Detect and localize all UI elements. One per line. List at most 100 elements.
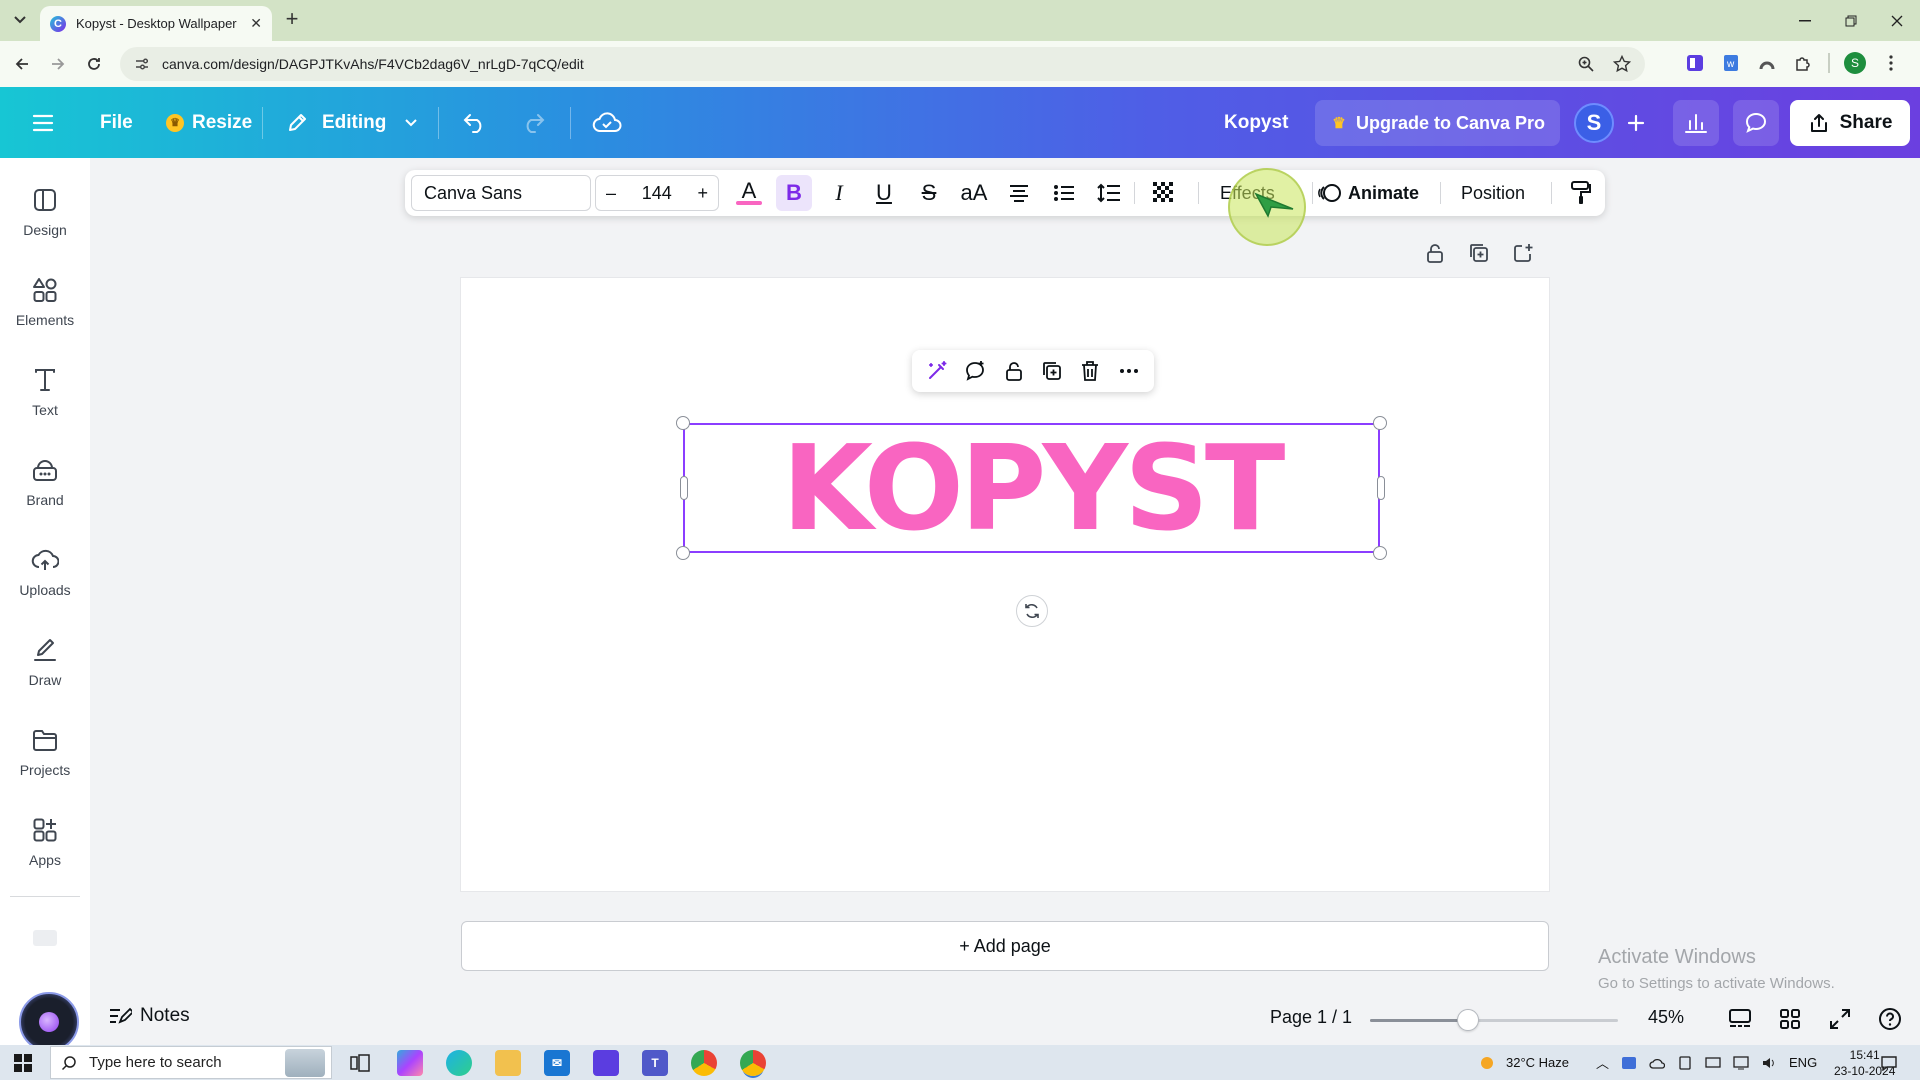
display-icon[interactable] bbox=[1733, 1055, 1749, 1070]
file-explorer-icon[interactable] bbox=[495, 1050, 521, 1076]
italic-button[interactable]: I bbox=[821, 175, 857, 211]
sidebar-item-projects[interactable]: Projects bbox=[0, 726, 90, 806]
spacing-button[interactable] bbox=[1091, 175, 1127, 211]
canva-assistant-button[interactable] bbox=[19, 992, 79, 1052]
close-window-button[interactable] bbox=[1874, 0, 1920, 41]
sidebar-item-design[interactable]: Design bbox=[0, 186, 90, 266]
resize-handle-bottom-left[interactable] bbox=[676, 546, 690, 560]
text-color-button[interactable]: A bbox=[731, 175, 767, 211]
browser-menu-icon[interactable] bbox=[1880, 52, 1902, 74]
font-family-select[interactable]: Canva Sans bbox=[411, 175, 591, 211]
resize-handle-top-right[interactable] bbox=[1373, 416, 1387, 430]
restore-button[interactable] bbox=[1828, 0, 1874, 41]
notification-center-button[interactable] bbox=[1880, 1045, 1898, 1080]
tray-app-icon[interactable] bbox=[1621, 1056, 1637, 1070]
zoom-slider[interactable] bbox=[1370, 1009, 1618, 1031]
font-size-decrease-button[interactable]: – bbox=[606, 183, 616, 204]
forward-button[interactable] bbox=[46, 52, 70, 76]
board-app-icon[interactable] bbox=[593, 1050, 619, 1076]
font-size-increase-button[interactable]: + bbox=[697, 183, 708, 204]
minimize-button[interactable] bbox=[1782, 0, 1828, 41]
upgrade-pro-button[interactable]: ♛ Upgrade to Canva Pro bbox=[1315, 100, 1560, 146]
tab-list-button[interactable] bbox=[8, 8, 32, 32]
new-tab-button[interactable]: + bbox=[280, 8, 304, 32]
fullscreen-button[interactable] bbox=[1826, 1005, 1854, 1033]
sidebar-item-apps[interactable]: Apps bbox=[0, 816, 90, 896]
extension-board-icon[interactable] bbox=[1684, 52, 1706, 74]
add-comment-icon[interactable] bbox=[963, 359, 987, 383]
underline-button[interactable]: U bbox=[866, 175, 902, 211]
editing-mode-button[interactable]: Editing bbox=[286, 87, 418, 158]
insights-button[interactable] bbox=[1673, 100, 1719, 146]
add-collaborator-button[interactable] bbox=[1626, 87, 1646, 158]
help-button[interactable] bbox=[1876, 1005, 1904, 1033]
undo-button[interactable] bbox=[462, 87, 488, 158]
reload-button[interactable] bbox=[82, 52, 106, 76]
browser-profile-avatar[interactable]: S bbox=[1844, 52, 1866, 74]
sidebar-item-elements[interactable]: Elements bbox=[0, 276, 90, 356]
main-menu-button[interactable] bbox=[32, 87, 54, 158]
extensions-puzzle-icon[interactable] bbox=[1792, 52, 1814, 74]
share-button[interactable]: Share bbox=[1790, 100, 1910, 146]
network-icon[interactable] bbox=[1705, 1056, 1721, 1070]
bold-button[interactable]: B bbox=[776, 175, 812, 211]
list-button[interactable] bbox=[1046, 175, 1082, 211]
duplicate-icon[interactable] bbox=[1040, 359, 1064, 383]
bookmark-star-icon[interactable] bbox=[1613, 55, 1631, 73]
tab-close-icon[interactable]: ✕ bbox=[250, 15, 262, 32]
copilot-app-icon[interactable] bbox=[397, 1050, 423, 1076]
volume-icon[interactable] bbox=[1761, 1056, 1777, 1070]
sidebar-item-text[interactable]: Text bbox=[0, 366, 90, 446]
trash-icon[interactable] bbox=[1078, 359, 1102, 383]
sidebar-item-uploads[interactable]: Uploads bbox=[0, 546, 90, 626]
notes-button[interactable]: Notes bbox=[108, 1005, 190, 1027]
task-view-icon[interactable] bbox=[347, 1050, 373, 1076]
add-page-button[interactable]: + Add page bbox=[461, 921, 1549, 971]
windows-start-button[interactable] bbox=[14, 1054, 32, 1072]
onedrive-cloud-icon[interactable] bbox=[1649, 1056, 1666, 1070]
taskbar-search-box[interactable]: Type here to search bbox=[50, 1046, 332, 1079]
edge-browser-icon[interactable] bbox=[446, 1050, 472, 1076]
file-menu-button[interactable]: File bbox=[100, 87, 133, 158]
position-button[interactable]: Position bbox=[1461, 170, 1525, 216]
language-indicator[interactable]: ENG bbox=[1789, 1055, 1817, 1070]
lock-icon[interactable] bbox=[1002, 359, 1026, 383]
more-options-icon[interactable] bbox=[1117, 359, 1141, 383]
resize-button[interactable]: ♛ Resize bbox=[166, 87, 252, 158]
resize-handle-bottom-right[interactable] bbox=[1373, 546, 1387, 560]
omnibox[interactable]: canva.com/design/DAGPJTKvAhs/F4VCb2dag6V… bbox=[120, 47, 1645, 81]
back-button[interactable] bbox=[10, 52, 34, 76]
sidebar-item-brand[interactable]: Brand bbox=[0, 456, 90, 536]
resize-handle-top-left[interactable] bbox=[676, 416, 690, 430]
extension-arc-icon[interactable] bbox=[1756, 52, 1778, 74]
sidebar-item-draw[interactable]: Draw bbox=[0, 636, 90, 716]
chrome-browser-icon[interactable] bbox=[691, 1050, 717, 1076]
sidebar-magic-icon[interactable] bbox=[33, 930, 57, 946]
resize-handle-right[interactable] bbox=[1377, 476, 1385, 500]
extension-doc-icon[interactable]: w bbox=[1720, 52, 1742, 74]
strikethrough-button[interactable]: S bbox=[911, 175, 947, 211]
redo-button[interactable] bbox=[520, 87, 546, 158]
cloud-save-status-button[interactable] bbox=[592, 87, 622, 158]
user-avatar[interactable]: S bbox=[1574, 103, 1614, 143]
mail-app-icon[interactable]: ✉ bbox=[544, 1050, 570, 1076]
letter-case-button[interactable]: aA bbox=[956, 175, 992, 211]
document-title[interactable]: Kopyst bbox=[1224, 87, 1288, 158]
zoom-icon[interactable] bbox=[1577, 55, 1595, 73]
text-align-button[interactable] bbox=[1001, 175, 1037, 211]
rotate-handle[interactable] bbox=[1016, 595, 1048, 627]
copy-style-button[interactable] bbox=[1563, 175, 1599, 211]
grid-view-button[interactable] bbox=[1776, 1005, 1804, 1033]
chrome-browser-active-icon[interactable] bbox=[740, 1050, 766, 1076]
add-page-icon[interactable] bbox=[1512, 242, 1534, 264]
tray-expand-icon[interactable]: ︿ bbox=[1596, 1053, 1609, 1072]
transparency-button[interactable] bbox=[1146, 175, 1182, 211]
comments-button[interactable] bbox=[1733, 100, 1779, 146]
font-size-value[interactable]: 144 bbox=[642, 183, 672, 204]
site-settings-icon[interactable] bbox=[134, 56, 150, 72]
lock-page-icon[interactable] bbox=[1424, 242, 1446, 264]
resize-handle-left[interactable] bbox=[680, 476, 688, 500]
duplicate-page-icon[interactable] bbox=[1468, 242, 1490, 264]
page-indicator[interactable]: Page 1 / 1 bbox=[1270, 1007, 1352, 1028]
browser-tab-active[interactable]: C Kopyst - Desktop Wallpaper - C ✕ bbox=[40, 6, 272, 41]
